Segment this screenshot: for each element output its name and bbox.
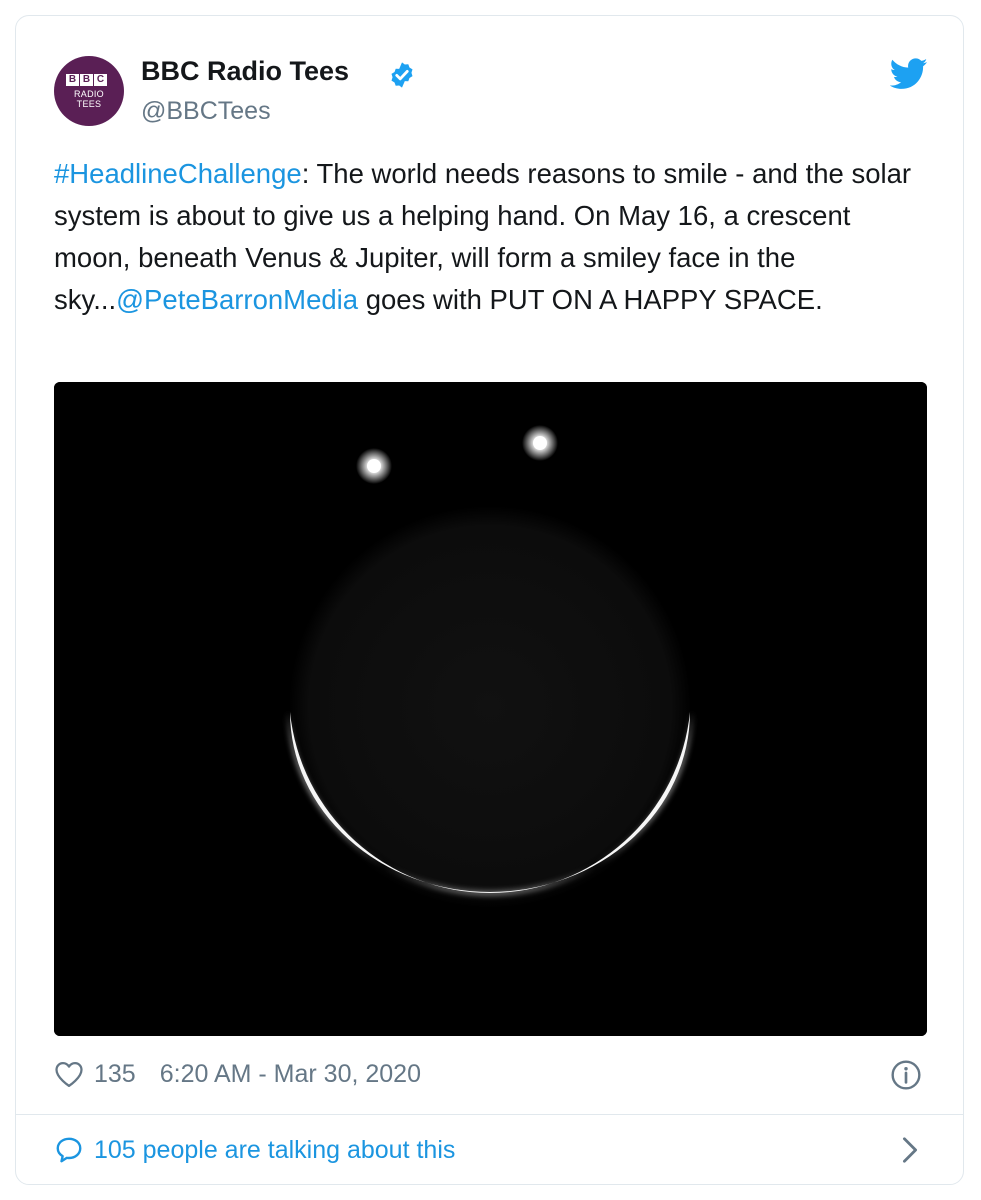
avatar-line-radio: RADIO bbox=[73, 89, 104, 99]
footer-divider bbox=[16, 1114, 963, 1115]
conversation-link[interactable]: 105 people are talking about this bbox=[54, 1132, 924, 1168]
conversation-text: 105 people are talking about this bbox=[94, 1135, 456, 1164]
avatar-line-tees: TEES bbox=[76, 99, 102, 109]
account-name[interactable]: BBC Radio Tees bbox=[141, 56, 349, 87]
verified-badge-icon bbox=[391, 62, 413, 88]
bbc-logo: B B C bbox=[66, 74, 107, 86]
mention-link[interactable]: @PeteBarronMedia bbox=[116, 284, 358, 315]
tweet-card: B B C RADIO TEES BBC Radio Tees @BBCTees… bbox=[15, 15, 964, 1185]
tweet-text-part2: goes with PUT ON A HAPPY SPACE. bbox=[358, 284, 823, 315]
tweet-meta: 135 6:20 AM - Mar 30, 2020 bbox=[54, 1057, 934, 1091]
account-handle[interactable]: @BBCTees bbox=[141, 97, 271, 126]
like-count[interactable]: 135 bbox=[94, 1060, 136, 1089]
hashtag-link[interactable]: #HeadlineChallenge bbox=[54, 158, 302, 189]
timestamp[interactable]: 6:20 AM - Mar 30, 2020 bbox=[160, 1060, 421, 1089]
chevron-right-icon[interactable] bbox=[900, 1136, 920, 1164]
info-icon[interactable] bbox=[890, 1059, 922, 1091]
avatar[interactable]: B B C RADIO TEES bbox=[54, 56, 124, 126]
tweet-photo[interactable] bbox=[54, 382, 927, 1036]
tweet-text: #HeadlineChallenge: The world needs reas… bbox=[54, 153, 934, 321]
moon-dark-disc bbox=[289, 506, 691, 908]
speech-bubble-icon bbox=[56, 1137, 82, 1163]
smiley-moon-photo bbox=[54, 382, 927, 1036]
twitter-bird-icon[interactable] bbox=[890, 58, 928, 90]
heart-icon[interactable] bbox=[54, 1060, 84, 1088]
